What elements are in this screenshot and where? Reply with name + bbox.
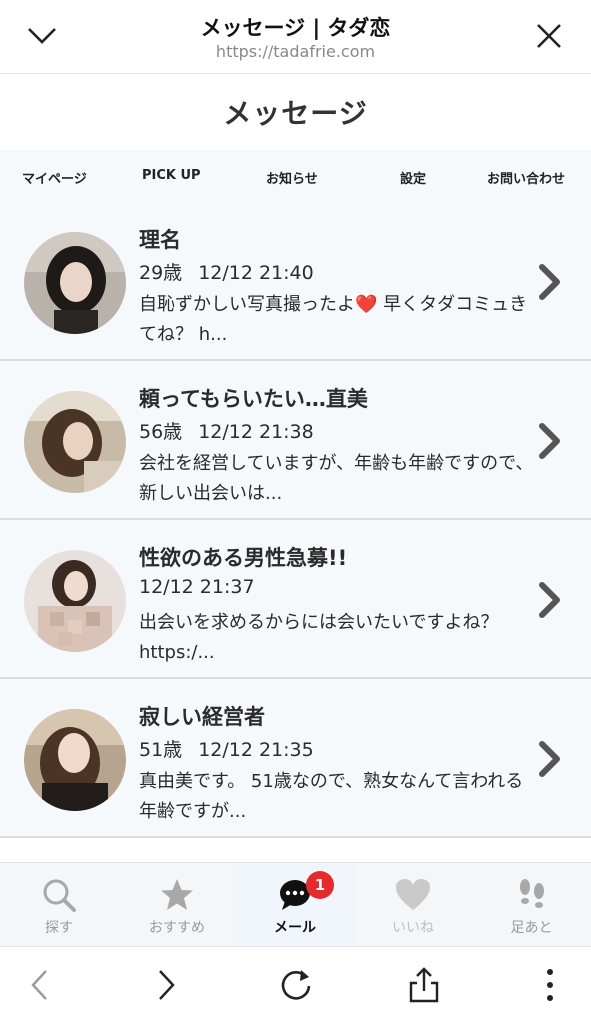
share-icon[interactable] [404,965,444,1005]
sub-nav-pickup[interactable]: PICK UP [142,168,201,183]
message-meta: 29歳 12/12 21:40 [139,258,314,285]
bottom-nav-search[interactable]: 探す [0,863,118,947]
avatar [24,709,126,811]
chevron-right-icon [537,739,563,779]
message-date: 12/12 21:35 [198,739,314,761]
footprints-icon [472,877,591,913]
message-date: 12/12 21:37 [139,576,255,598]
bottom-nav-recommend[interactable]: おすすめ [118,863,236,947]
message-preview: 真由美です。 51歳なので、熟女なんて言われる年齢ですが... [139,771,524,822]
message-age: 29歳 [139,262,183,284]
message-meta: 12/12 21:37 [139,576,255,598]
avatar [24,391,126,493]
message-preview: 会社を経営していますが、年齢も年齢ですので、新しい出会いは... [139,453,534,504]
bottom-nav-label: 足あと [510,920,553,936]
chat-bubble-icon [236,877,354,913]
message-meta: 51歳 12/12 21:35 [139,735,314,762]
back-icon[interactable] [20,965,60,1005]
message-meta: 56歳 12/12 21:38 [139,417,314,444]
bottom-nav-footprints[interactable]: 足あと [472,863,591,947]
message-date: 12/12 21:40 [198,262,314,284]
bottom-nav-label: メール [274,920,316,936]
message-item[interactable]: 理名 29歳 12/12 21:40 自恥ずかしい写真撮ったよ❤️ 早くタダコミュ… [0,202,591,361]
message-sender: 寂しい経営者 [139,705,265,729]
sub-nav: マイページ PICK UP お知らせ 設定 お問い合わせ [0,150,591,202]
search-icon [0,877,118,913]
sub-nav-news[interactable]: お知らせ [266,168,318,187]
message-date: 12/12 21:38 [198,421,314,443]
bottom-nav-label: おすすめ [149,920,205,936]
message-item[interactable]: 性欲のある男性急募!! 12/12 21:37 出会いを求めるからには会いたいで… [0,520,591,679]
message-preview: 自恥ずかしい写真撮ったよ❤️ 早くタダコミュきてね？ h... [139,294,528,345]
avatar [24,232,126,334]
heart-icon [354,877,472,913]
bottom-nav: 探す おすすめ 1 メール いいね 足あと [0,862,591,947]
star-icon [118,877,236,913]
bottom-nav-label: いいね [392,920,434,936]
chevron-right-icon [537,580,563,620]
browser-toolbar [0,946,591,1024]
page-title: メッセージ [223,97,368,130]
browser-url[interactable]: https://tadafrie.com [0,42,591,61]
message-age: 56歳 [139,421,183,443]
sub-nav-mypage[interactable]: マイページ [22,168,87,187]
sub-nav-settings[interactable]: 設定 [400,168,426,187]
forward-icon[interactable] [146,965,186,1005]
message-sender: 性欲のある男性急募!! [139,546,348,570]
browser-header: メッセージ | タダ恋 https://tadafrie.com [0,0,591,74]
sub-nav-contact[interactable]: お問い合わせ [487,168,565,187]
reload-icon[interactable] [276,965,316,1005]
message-sender: 頼ってもらいたい…直美 [139,387,368,411]
more-options-icon[interactable] [530,965,570,1005]
message-list: 理名 29歳 12/12 21:40 自恥ずかしい写真撮ったよ❤️ 早くタダコミュ… [0,202,591,838]
bottom-nav-mail[interactable]: 1 メール [236,863,354,947]
message-sender: 理名 [139,228,181,252]
message-preview: 出会いを求めるからには会いたいですよね？ https:/... [139,612,499,663]
chevron-right-icon [537,262,563,302]
close-icon[interactable] [527,14,571,58]
chevron-right-icon [537,421,563,461]
bottom-nav-like[interactable]: いいね [354,863,472,947]
browser-title: メッセージ | タダ恋 [200,16,391,40]
unread-badge: 1 [306,871,334,899]
message-item[interactable]: 頼ってもらいたい…直美 56歳 12/12 21:38 会社を経営していますが、年… [0,361,591,520]
message-item[interactable]: 寂しい経営者 51歳 12/12 21:35 真由美です。 51歳なので、熟女なん… [0,679,591,838]
message-age: 51歳 [139,739,183,761]
avatar [24,550,126,652]
bottom-nav-label: 探す [45,920,73,936]
